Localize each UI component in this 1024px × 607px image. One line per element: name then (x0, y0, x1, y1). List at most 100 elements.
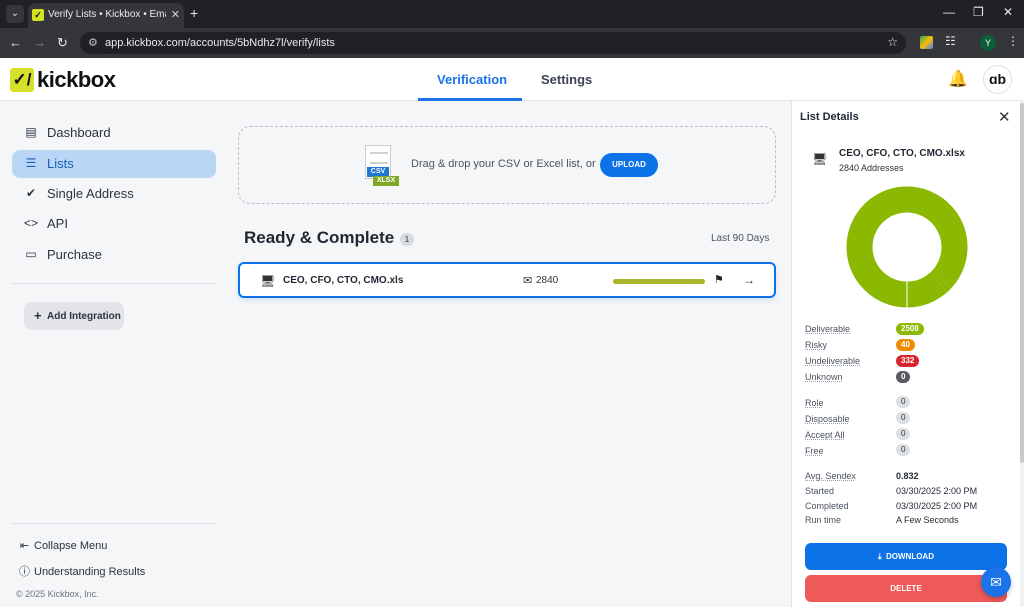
address-bar[interactable]: ⚙ app.kickbox.com/accounts/5bNdhz7l/veri… (80, 32, 906, 54)
url-text[interactable]: app.kickbox.com/accounts/5bNdhz7l/verify… (105, 37, 335, 49)
forward-icon[interactable]: → (33, 35, 46, 50)
code-icon: <> (24, 216, 39, 230)
flag-count-badge: 0 (896, 396, 911, 408)
active-tab-indicator (418, 98, 522, 101)
list-row[interactable]: 🖥 CEO, CFO, CTO, CMO.xls ✉ 2840 ⚑ → (238, 262, 776, 298)
app-header: ✓/ kickbox Verification Settings 🔔 ɑb (0, 58, 1024, 101)
download-button[interactable]: ⤓ DOWNLOAD (805, 543, 1007, 570)
mail-icon: ✉ (523, 275, 533, 287)
meta-label: Started (805, 486, 835, 496)
meta-value: 03/30/2025 2:00 PM (896, 486, 978, 496)
collapse-icon: ⇤ (19, 540, 30, 552)
bookmark-star-icon[interactable]: ☆ (887, 35, 898, 49)
results-donut-chart (846, 186, 968, 308)
sidebar-item-dashboard[interactable]: ▤ Dashboard (12, 119, 216, 147)
kickbox-favicon-icon: ✓ (32, 9, 44, 21)
collapse-menu-button[interactable]: ⇤ Collapse Menu (18, 539, 107, 552)
new-tab-icon[interactable]: + (190, 5, 198, 21)
section-title: Ready & Complete (244, 228, 395, 247)
file-lines-shape (370, 152, 388, 164)
extensions-puzzle-icon[interactable]: ☷ (945, 34, 956, 48)
flag-label: Disposable (805, 414, 850, 424)
chat-support-icon[interactable]: ✉ (981, 567, 1011, 597)
list-count-badge: 1 (400, 233, 414, 246)
flag-count-badge: 0 (896, 428, 911, 440)
tab-verification[interactable]: Verification (437, 72, 507, 87)
notifications-bell-icon[interactable]: 🔔 (948, 69, 968, 89)
meta-value: 0.832 (896, 471, 919, 481)
sidebar-item-purchase[interactable]: ▭ Purchase (12, 241, 216, 269)
kickbox-logo-icon[interactable]: ✓/ (10, 68, 34, 92)
profile-avatar[interactable]: Y (980, 35, 996, 51)
tab-title: Verify Lists • Kickbox • Email Ve (48, 9, 166, 20)
upload-button[interactable]: UPLOAD (600, 153, 658, 177)
panel-title: List Details (800, 111, 859, 123)
monitor-icon: 🖥 (260, 274, 276, 288)
browser-toolbar: ← → ↻ ⚙ app.kickbox.com/accounts/5bNdhz7… (0, 28, 1024, 58)
restore-icon[interactable]: ❐ (973, 5, 984, 19)
meta-label: Avg. Sendex (805, 471, 856, 481)
result-label: Undeliverable (805, 356, 861, 366)
sidebar-item-label: Lists (47, 156, 74, 171)
flag-label: Free (805, 446, 824, 456)
monitor-icon: 🖥 (812, 152, 828, 166)
donut-segment-undeliverable (906, 272, 948, 308)
reload-icon[interactable]: ↻ (57, 35, 68, 51)
download-label: DOWNLOAD (885, 552, 934, 561)
scrollbar-thumb[interactable] (1020, 103, 1024, 463)
result-count-badge: 2508 (896, 323, 924, 335)
donut-segment-risky (929, 270, 951, 293)
extension-icon[interactable] (920, 36, 933, 49)
sidebar-item-api[interactable]: <> API (12, 210, 216, 238)
meta-value: A Few Seconds (896, 515, 959, 525)
panel-scrollbar[interactable] (1020, 101, 1024, 607)
arrow-right-icon[interactable]: → (743, 273, 755, 287)
sidebar-divider (12, 283, 216, 284)
add-integration-button[interactable]: + Add Integration (24, 302, 124, 330)
list-progress-fill (613, 279, 705, 284)
copyright: © 2025 Kickbox, Inc. (16, 589, 99, 599)
date-range-filter[interactable]: Last 90 Days (711, 233, 769, 244)
understanding-results-label: Understanding Results (34, 566, 146, 578)
check-circle-icon: ✔ (25, 186, 37, 200)
list-progress-bar (613, 279, 705, 284)
flag-label: Role (805, 398, 824, 408)
sidebar-item-label: Single Address (47, 186, 134, 201)
browser-tab-bar: ⌄ ✓ Verify Lists • Kickbox • Email Ve ✕ … (0, 0, 1024, 28)
result-count-badge: 332 (896, 355, 920, 367)
meta-label: Run time (805, 515, 842, 525)
sidebar: ▤ Dashboard ☰ Lists ✔ Single Address <> … (0, 101, 228, 607)
back-icon[interactable]: ← (9, 35, 22, 50)
plus-icon: + (34, 308, 42, 323)
result-count-badge: 0 (896, 371, 911, 383)
result-label: Deliverable (805, 324, 851, 334)
tab-settings[interactable]: Settings (541, 72, 592, 87)
close-icon[interactable]: ✕ (998, 108, 1011, 126)
browser-menu-icon[interactable]: ⋮ (1007, 34, 1019, 48)
sidebar-item-label: API (47, 216, 68, 231)
sidebar-divider (12, 523, 216, 524)
sidebar-item-lists[interactable]: ☰ Lists (12, 150, 216, 178)
delete-button[interactable]: DELETE (805, 575, 1007, 602)
xlsx-badge: XLSX (373, 176, 399, 186)
details-file-name: CEO, CFO, CTO, CMO.xlsx (839, 148, 965, 159)
sidebar-item-single-address[interactable]: ✔ Single Address (12, 180, 216, 208)
site-info-icon[interactable]: ⚙ (88, 36, 98, 49)
kickbox-logo-text[interactable]: kickbox (37, 67, 116, 93)
user-avatar[interactable]: ɑb (983, 65, 1012, 94)
tab-search-icon[interactable]: ⌄ (6, 5, 24, 23)
flag-icon[interactable]: ⚑ (714, 273, 724, 286)
list-icon: ☰ (25, 156, 37, 170)
meta-value: 03/30/2025 2:00 PM (896, 501, 978, 511)
flag-label: Accept All (805, 430, 845, 440)
understanding-results-link[interactable]: ⓘ Understanding Results (18, 563, 145, 579)
meta-label: Completed (805, 501, 849, 511)
minimize-icon[interactable]: — (943, 5, 955, 19)
window-close-icon[interactable]: ✕ (1003, 5, 1013, 19)
upload-dropzone[interactable]: CSV XLSX Drag & drop your CSV or Excel l… (238, 126, 776, 204)
browser-tab[interactable]: ✓ Verify Lists • Kickbox • Email Ve ✕ (28, 3, 184, 28)
list-details-panel: List Details ✕ 🖥 CEO, CFO, CTO, CMO.xlsx… (791, 101, 1024, 607)
tab-close-icon[interactable]: ✕ (171, 8, 180, 21)
bar-chart-icon: ▤ (25, 125, 37, 139)
sidebar-item-label: Purchase (47, 247, 102, 262)
